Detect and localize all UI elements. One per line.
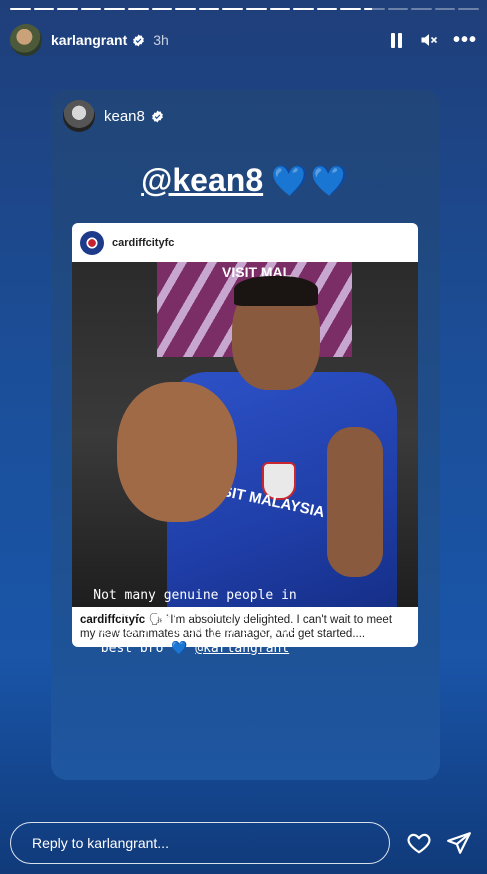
progress-segment [340, 8, 361, 10]
heart-icon[interactable] [406, 830, 432, 856]
shared-story-card[interactable]: kean8 @kean8 💙💙 cardiffcityfc VISIT MAL V… [51, 90, 440, 780]
avatar[interactable] [10, 24, 42, 56]
progress-segment [411, 8, 432, 10]
progress-fill [127, 8, 149, 10]
reply-placeholder: Reply to karlangrant... [32, 835, 169, 851]
progress-segment [316, 8, 338, 10]
progress-segment [387, 8, 409, 10]
progress-segment [10, 8, 31, 10]
progress-segment [293, 8, 314, 10]
mention-link[interactable]: @karlangrant [195, 641, 289, 656]
progress-fill [269, 8, 291, 10]
progress-segment [269, 8, 291, 10]
story-header: karlangrant 3h ••• [10, 22, 477, 58]
progress-fill [316, 8, 338, 10]
reply-bar: Reply to karlangrant... [10, 821, 477, 865]
avatar[interactable] [63, 100, 95, 132]
caption-line: ball but this guy is [116, 605, 274, 621]
verified-badge-icon [133, 34, 145, 46]
post-image: VISIT MAL VISIT MALAYSIA [72, 262, 418, 607]
caption-line: Not many genuine people in [93, 588, 297, 603]
story-progress-bar [10, 8, 479, 10]
progress-segment [151, 8, 173, 10]
progress-segment [57, 8, 78, 10]
progress-segment [458, 8, 479, 10]
post-username[interactable]: cardiffcityfc [112, 237, 174, 249]
caption-line: best bro 💙 @karlangrant [55, 640, 335, 658]
progress-segment [127, 8, 149, 10]
progress-segment [198, 8, 220, 10]
heart-emoji: 💙 [171, 640, 188, 656]
progress-fill [198, 8, 220, 10]
progress-segment [33, 8, 55, 10]
progress-fill [10, 8, 31, 10]
progress-fill [151, 8, 173, 10]
pause-icon[interactable] [387, 31, 405, 49]
mention-text[interactable]: @kean8 [141, 162, 263, 198]
progress-fill [363, 8, 373, 10]
progress-fill [175, 8, 196, 10]
progress-segment [434, 8, 456, 10]
progress-segment [222, 8, 243, 10]
more-icon[interactable]: ••• [453, 30, 477, 50]
story-timestamp: 3h [153, 32, 169, 48]
progress-fill [293, 8, 314, 10]
verified-badge-icon [152, 110, 163, 122]
card-username[interactable]: kean8 [104, 108, 145, 125]
progress-fill [33, 8, 55, 10]
progress-fill [57, 8, 78, 10]
caption-line: serious . Wish you all the [93, 623, 297, 638]
send-icon[interactable] [446, 830, 472, 856]
progress-segment [363, 8, 385, 10]
story-username[interactable]: karlangrant [51, 32, 127, 48]
progress-fill [245, 8, 267, 10]
embedded-post[interactable]: cardiffcityfc VISIT MAL VISIT MALAYSIA c… [72, 223, 418, 647]
reply-input[interactable]: Reply to karlangrant... [10, 822, 390, 864]
progress-fill [80, 8, 102, 10]
caption-text: best bro [100, 640, 164, 656]
progress-segment [104, 8, 125, 10]
progress-fill [222, 8, 243, 10]
progress-segment [245, 8, 267, 10]
player-fist [117, 382, 237, 522]
mention-sticker[interactable]: @kean8 💙💙 [51, 162, 440, 199]
progress-segment [175, 8, 196, 10]
player-hair [234, 276, 318, 306]
player-arm [327, 427, 383, 577]
heart-emoji: 💙💙 [271, 165, 350, 198]
progress-fill [104, 8, 125, 10]
story-caption: Not many genuine people in ball but this… [55, 587, 335, 657]
progress-fill [340, 8, 361, 10]
mute-icon[interactable] [419, 30, 439, 50]
club-crest-avatar[interactable] [80, 230, 104, 255]
progress-segment [80, 8, 102, 10]
